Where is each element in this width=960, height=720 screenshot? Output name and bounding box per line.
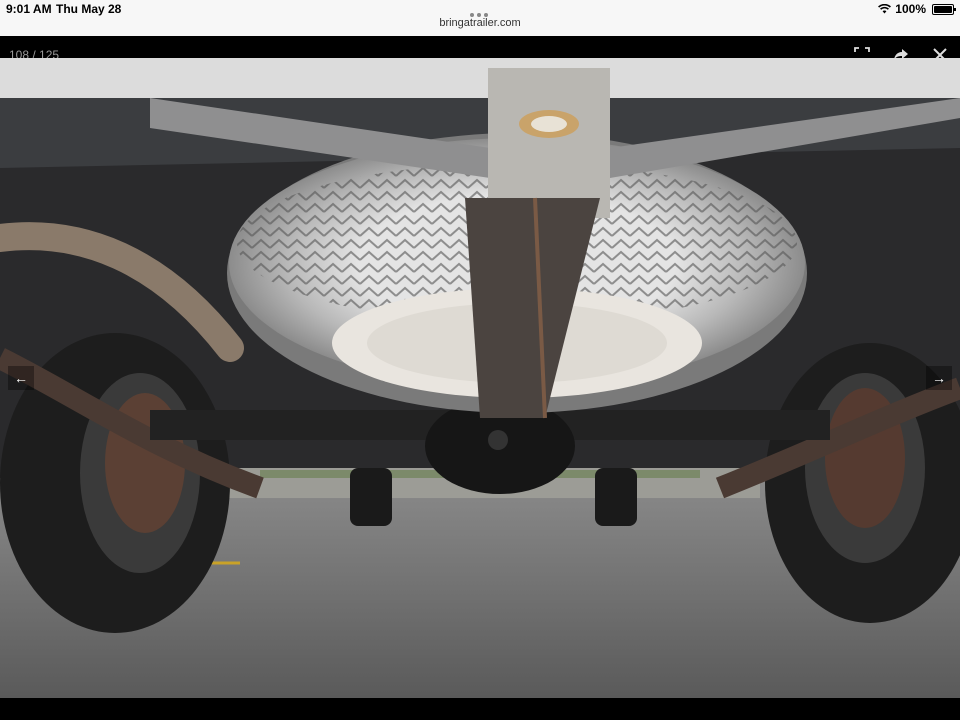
left-arrow-icon: ← bbox=[14, 370, 28, 386]
battery-percent: 100% bbox=[895, 2, 926, 16]
lightbox-bottom-bar bbox=[0, 698, 960, 720]
right-arrow-icon: → bbox=[932, 370, 946, 386]
address-url[interactable]: bringatrailer.com bbox=[0, 17, 960, 29]
undercarriage-photo bbox=[0, 58, 960, 698]
previous-image-button[interactable]: ← bbox=[8, 366, 34, 390]
battery-icon bbox=[932, 3, 956, 15]
next-image-button[interactable]: → bbox=[926, 366, 952, 390]
ios-status-bar: 9:01 AM Thu May 28 bringatrailer.com 100… bbox=[0, 0, 960, 36]
status-time: 9:01 AM bbox=[6, 2, 52, 16]
multitasking-dots-icon[interactable] bbox=[470, 4, 492, 17]
wifi-icon bbox=[878, 4, 892, 14]
gallery-photo: ← → bbox=[0, 58, 960, 698]
status-right: 100% bbox=[878, 2, 956, 16]
status-date: Thu May 28 bbox=[56, 2, 122, 16]
